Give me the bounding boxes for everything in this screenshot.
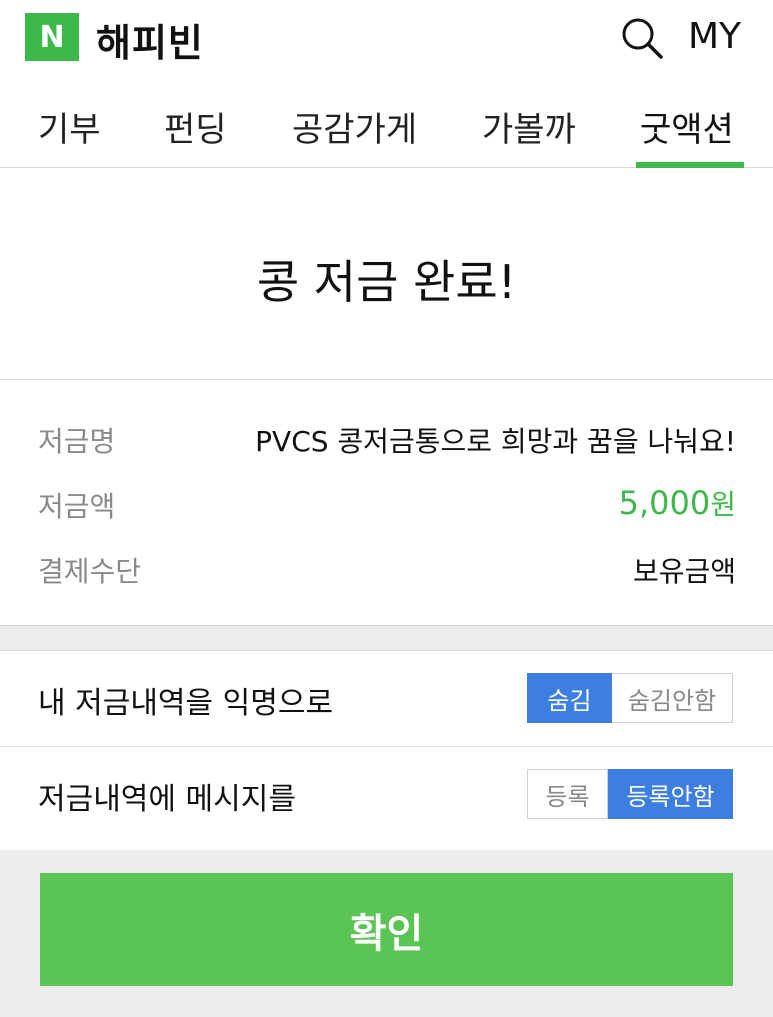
anonymous-toggle: 숨김 숨김안함 <box>527 673 733 723</box>
detail-row-name: 저금명 PVCS 콩저금통으로 희망과 꿈을 나눠요! <box>38 420 736 460</box>
hide-button[interactable]: 숨김 <box>527 673 612 723</box>
naver-logo[interactable]: N <box>25 13 79 61</box>
app-title[interactable]: 해피빈 <box>96 12 204 67</box>
tab-donation[interactable]: 기부 <box>38 102 101 151</box>
no-hide-button[interactable]: 숨김안함 <box>612 673 733 723</box>
logo-letter: N <box>39 19 65 55</box>
detail-row-payment: 결제수단 보유금액 <box>38 550 736 590</box>
payment-method-value: 보유금액 <box>632 555 736 588</box>
amount-number: 5,000 <box>618 484 711 522</box>
anonymous-option-label: 내 저금내역을 익명으로 <box>38 686 334 721</box>
detail-label: 저금액 <box>38 490 116 523</box>
savings-name-value: PVCS 콩저금통으로 희망과 꿈을 나눠요! <box>255 425 736 458</box>
savings-amount-value: 5,000원 <box>619 483 736 523</box>
detail-label: 결제수단 <box>38 555 142 588</box>
detail-row-amount: 저금액 5,000원 <box>38 483 736 525</box>
no-register-button[interactable]: 등록안함 <box>608 769 733 819</box>
message-option-label: 저금내역에 메시지를 <box>38 782 296 817</box>
tab-funding[interactable]: 펀딩 <box>164 102 227 151</box>
amount-unit: 원 <box>710 488 736 521</box>
category-tabs: 기부 펀딩 공감가게 가볼까 굿액션 <box>0 80 773 168</box>
tab-good-action[interactable]: 굿액션 <box>640 102 734 151</box>
app-header: N 해피빈 MY <box>0 0 773 80</box>
completion-title: 콩 저금 완료! <box>256 255 517 309</box>
message-option-row: 저금내역에 메시지를 등록 등록안함 <box>0 747 773 843</box>
tab-empathy-store[interactable]: 공감가게 <box>292 102 417 151</box>
search-icon[interactable] <box>620 16 664 60</box>
message-toggle: 등록 등록안함 <box>527 769 733 819</box>
confirm-button[interactable]: 확인 <box>40 873 733 986</box>
savings-options: 내 저금내역을 익명으로 숨김 숨김안함 저금내역에 메시지를 등록 등록안함 <box>0 650 773 850</box>
my-page-link[interactable]: MY <box>688 16 741 57</box>
anonymous-option-row: 내 저금내역을 익명으로 숨김 숨김안함 <box>0 651 773 747</box>
savings-details: 저금명 PVCS 콩저금통으로 희망과 꿈을 나눠요! 저금액 5,000원 결… <box>0 380 773 626</box>
register-button[interactable]: 등록 <box>527 769 608 819</box>
tab-shall-we-go[interactable]: 가볼까 <box>482 102 576 151</box>
detail-label: 저금명 <box>38 425 116 458</box>
completion-banner: 콩 저금 완료! <box>0 168 773 380</box>
